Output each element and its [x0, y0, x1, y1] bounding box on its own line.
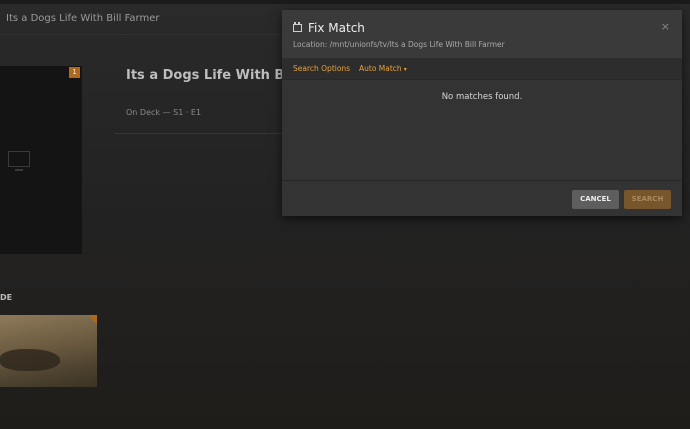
fix-match-dialog: Fix Match × Location: /mnt/unionfs/tv/It…: [282, 10, 682, 216]
show-title: Its a Dogs Life With Bill Farmer: [126, 68, 286, 83]
dialog-header: Fix Match × Location: /mnt/unionfs/tv/It…: [282, 10, 682, 58]
tv-icon: [8, 151, 30, 171]
dialog-footer: CANCEL SEARCH: [282, 180, 682, 217]
on-deck-info: On Deck — S1 · E1: [126, 108, 201, 117]
auto-match-dropdown[interactable]: Auto Match ▾: [359, 64, 407, 73]
chevron-down-icon: ▾: [403, 66, 407, 73]
thumbnail-dog-shape: [0, 349, 60, 371]
header-divider: [0, 34, 282, 35]
dialog-tabbar: Search Options Auto Match ▾: [282, 58, 682, 80]
unwatched-badge: 1: [69, 67, 80, 78]
section-heading: DE: [0, 293, 13, 302]
auto-match-label: Auto Match: [359, 64, 402, 73]
cancel-button[interactable]: CANCEL: [572, 190, 619, 209]
episode-label[interactable]: — S1 · E1: [163, 108, 201, 117]
show-poster[interactable]: 1: [0, 66, 82, 254]
calendar-icon: [293, 22, 302, 32]
top-strip: [0, 0, 690, 4]
episode-thumbnail[interactable]: [0, 315, 97, 387]
dialog-body: No matches found.: [282, 80, 682, 180]
content-divider: [114, 133, 284, 134]
dialog-title: Fix Match: [308, 21, 365, 35]
close-icon[interactable]: ×: [661, 20, 670, 33]
no-matches-message: No matches found.: [441, 92, 523, 102]
page-title: Its a Dogs Life With Bill Farmer: [6, 13, 160, 24]
search-options-link[interactable]: Search Options: [293, 64, 350, 73]
search-button[interactable]: SEARCH: [624, 190, 671, 209]
unwatched-corner-icon: [88, 315, 97, 324]
location-path: Location: /mnt/unionfs/tv/Its a Dogs Lif…: [293, 40, 505, 49]
on-deck-label: On Deck: [126, 108, 161, 117]
